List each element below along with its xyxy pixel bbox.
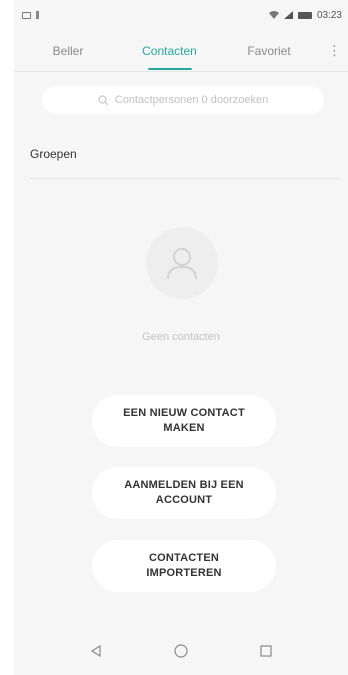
search-input[interactable]: Contactpersonen 0 doorzoeken (42, 86, 324, 114)
wifi-icon (268, 11, 279, 19)
create-contact-button[interactable]: EEN NIEUW CONTACT MAKEN (92, 395, 276, 447)
search-icon (98, 94, 109, 105)
home-icon (174, 644, 188, 658)
tab-beller[interactable]: Beller (14, 30, 122, 72)
back-icon (91, 645, 101, 657)
search-placeholder: Contactpersonen 0 doorzoeken (114, 94, 269, 106)
contacts-screen: 03:23 Beller Contacten Favoriet ⋮ Contac… (14, 0, 348, 675)
status-bar: 03:23 (14, 0, 348, 30)
empty-avatar (146, 227, 218, 299)
tab-bar: Beller Contacten Favoriet ⋮ (14, 30, 348, 72)
status-right: 03:23 (268, 9, 342, 21)
sign-in-account-button[interactable]: AANMELDEN BIJ EEN ACCOUNT (92, 467, 276, 519)
tab-favoriet[interactable]: Favoriet (217, 30, 321, 72)
back-button[interactable] (81, 636, 111, 666)
recents-button[interactable] (251, 636, 281, 666)
signal-icon (283, 11, 293, 19)
battery-icon (297, 11, 312, 19)
status-left (22, 11, 39, 19)
divider (30, 178, 340, 179)
notification-icon (22, 11, 31, 19)
navigation-bar (14, 627, 348, 675)
more-vertical-icon: ⋮ (327, 42, 342, 58)
overflow-menu-button[interactable]: ⋮ (321, 30, 348, 72)
groups-link[interactable]: Groepen (30, 147, 77, 161)
empty-state-text: Geen contacten (142, 331, 220, 343)
recents-icon (260, 645, 272, 657)
status-time: 03:23 (316, 9, 342, 21)
sim-icon (36, 11, 39, 19)
home-button[interactable] (166, 636, 196, 666)
person-icon (167, 248, 197, 280)
tab-contacten[interactable]: Contacten (122, 30, 217, 72)
import-contacts-button[interactable]: CONTACTEN IMPORTEREN (92, 540, 276, 592)
